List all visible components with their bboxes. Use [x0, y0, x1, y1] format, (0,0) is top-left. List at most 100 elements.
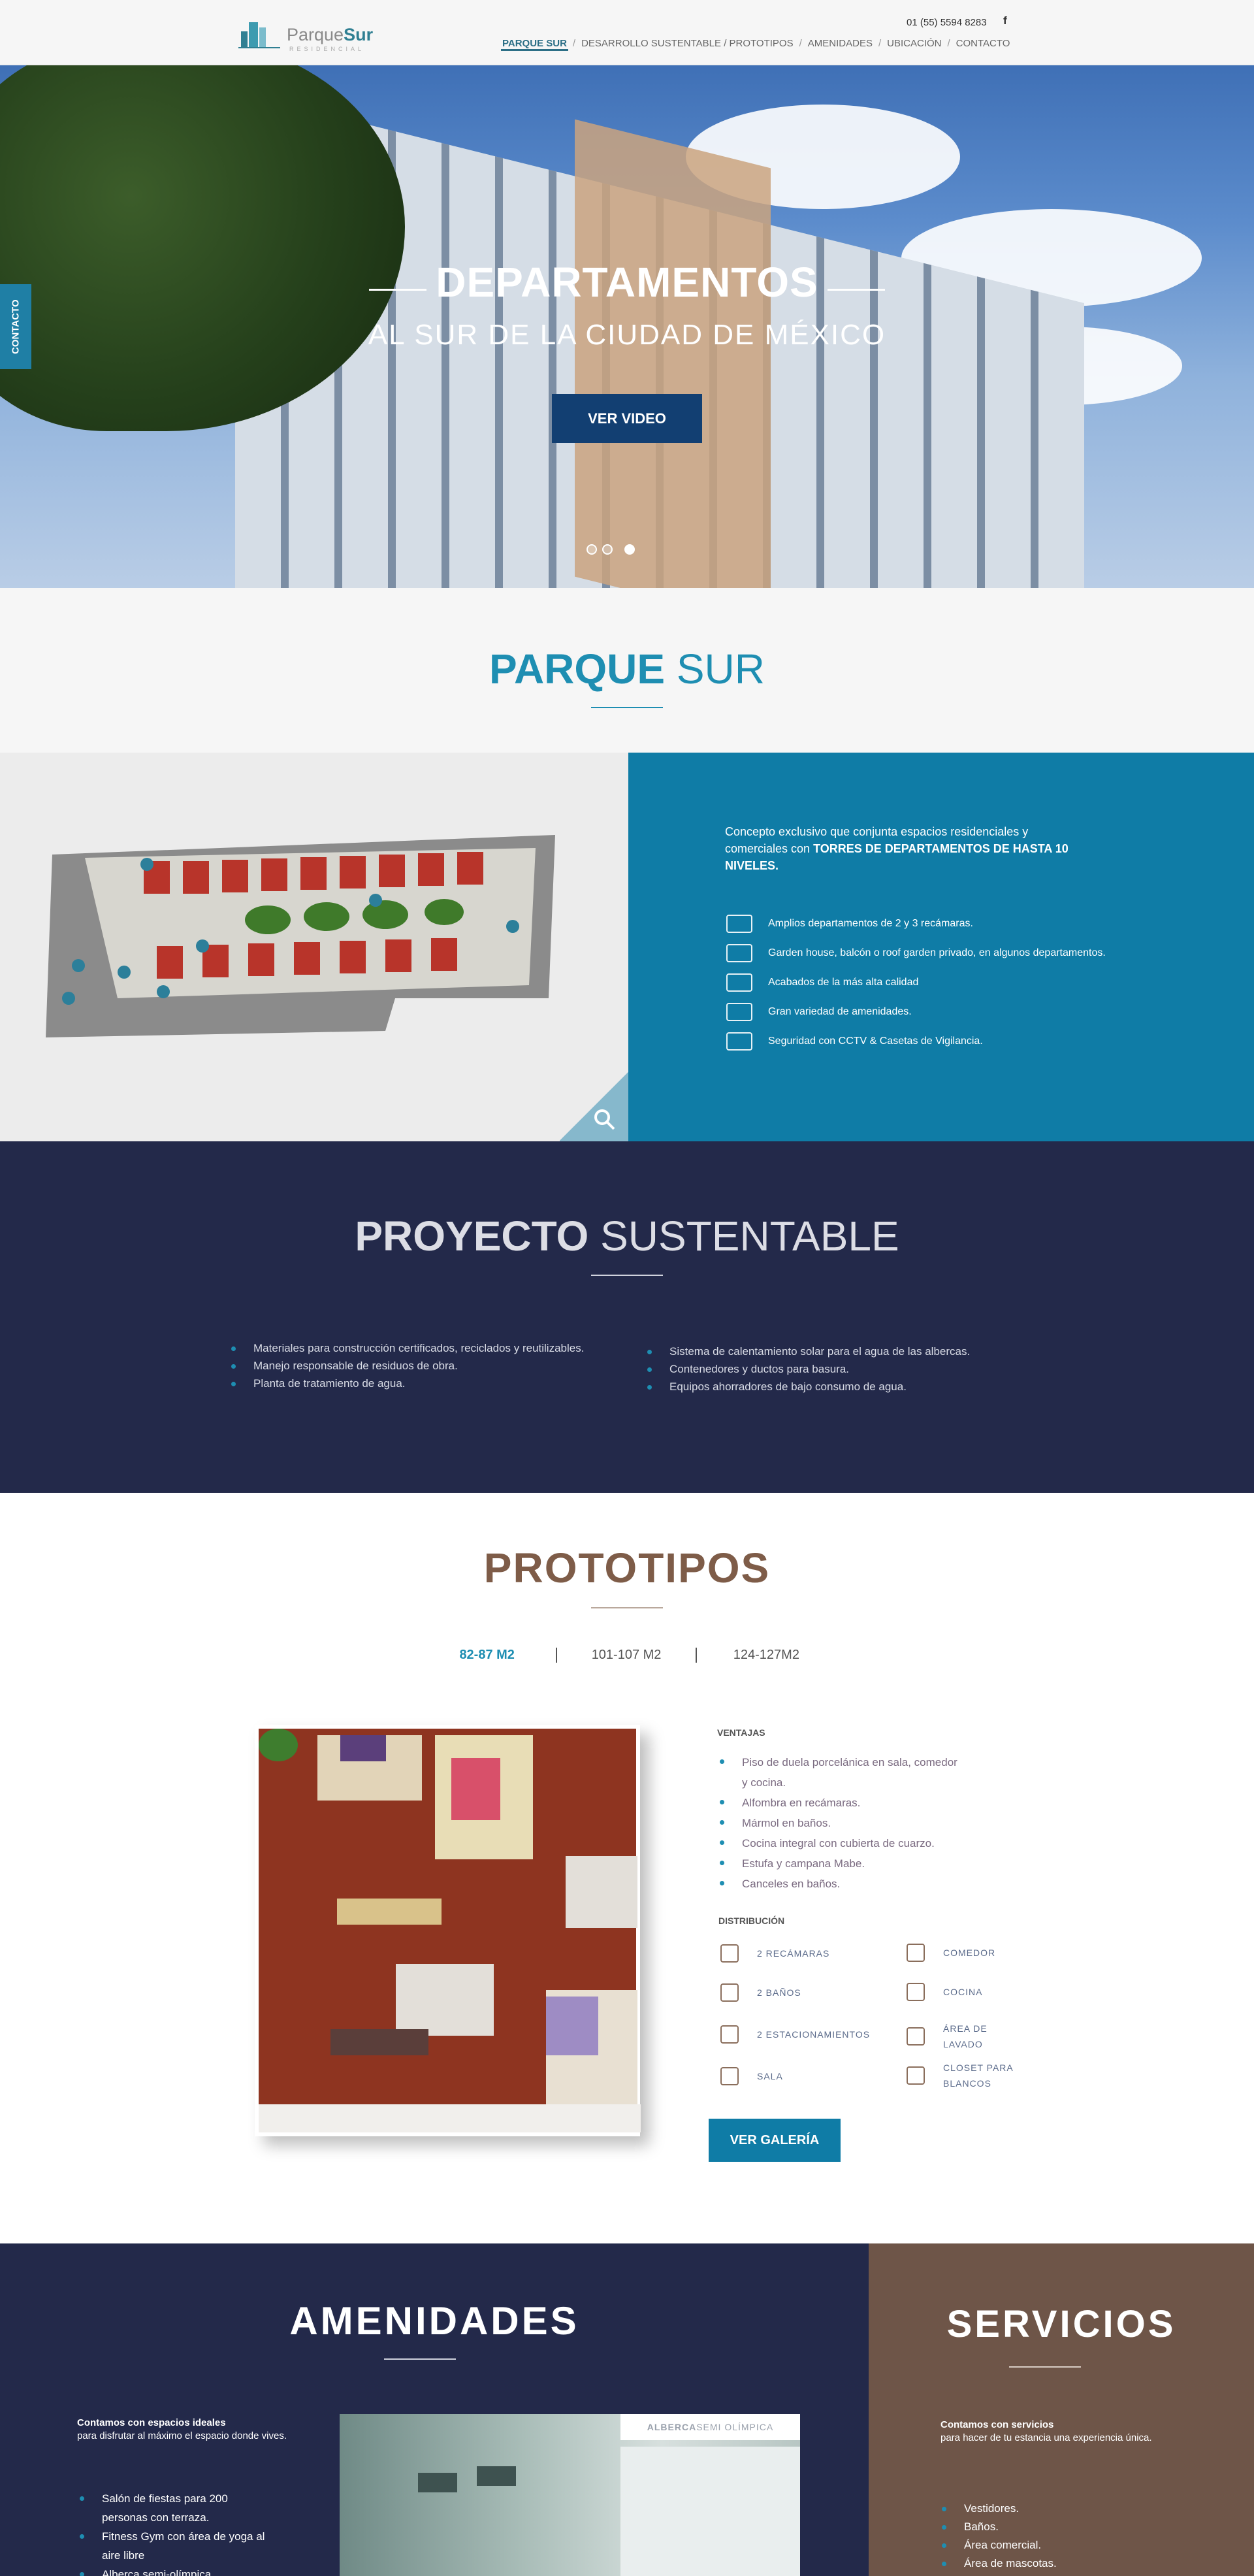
list-item: Alfombra en recámaras.: [717, 1793, 965, 1813]
sofa: [340, 1735, 386, 1761]
feature-item: Gran variedad de amenidades.: [726, 1003, 912, 1021]
plant: [259, 1729, 298, 1761]
list-item: Baños.: [939, 2518, 1057, 2536]
list-item: Cocina integral con cubierta de cuarzo.: [717, 1833, 965, 1853]
parque-sur-intro: Concepto exclusivo que conjunta espacios…: [725, 825, 1069, 872]
dist-item: 2 BAÑOS: [720, 1983, 801, 2002]
feature-item: Amplios departamentos de 2 y 3 recámaras…: [726, 915, 973, 933]
amenidades-intro: para disfrutar al máximo el espacio dond…: [77, 2430, 287, 2441]
phone-number[interactable]: 01 (55) 5594 8283: [907, 17, 987, 28]
list-item: Canceles en baños.: [717, 1874, 965, 1894]
closet-icon: [907, 2066, 925, 2085]
dist-item: 2 RECÁMARAS: [720, 1944, 829, 1963]
servicios-title: SERVICIOS: [946, 2303, 1176, 2345]
washer-icon: [907, 2027, 925, 2046]
parque-sur-title: PARQUE SUR: [489, 645, 765, 693]
window: [418, 2473, 457, 2492]
site-header: [0, 0, 1254, 65]
servicios-list: Vestidores. Baños. Área comercial. Área …: [939, 2500, 1057, 2573]
ver-galeria-button[interactable]: VER GALERÍA: [709, 2119, 841, 2162]
dining-icon: [907, 1944, 925, 1962]
nav-amenidades[interactable]: AMENIDADES: [807, 38, 874, 51]
nav-separator: /: [572, 38, 576, 49]
title-underline: [591, 1275, 663, 1276]
tab-124-127[interactable]: 124-127M2: [697, 1648, 836, 1663]
list-item: Fitness Gym con área de yoga al aire lib…: [77, 2527, 266, 2565]
list-item: Estufa y campana Mabe.: [717, 1853, 965, 1874]
tab-82-87[interactable]: 82-87 M2: [418, 1648, 558, 1663]
list-item: Planta de tratamiento de agua.: [229, 1375, 584, 1392]
slider-dot-3[interactable]: [624, 544, 635, 555]
pool-icon: [726, 1003, 752, 1021]
room-bano-2: [396, 1964, 494, 2036]
title-underline: [1009, 2366, 1081, 2368]
tab-101-107[interactable]: 101-107 M2: [557, 1648, 697, 1663]
logo[interactable]: ParqueSur RESIDENCIAL: [238, 18, 382, 52]
list-item: Equipos ahorradores de bajo consumo de a…: [645, 1378, 970, 1395]
bed-icon: [720, 1944, 739, 1963]
sustentable-list-left: Materiales para construcción certificado…: [229, 1339, 584, 1392]
list-item: Piso de duela porcelánica en sala, comed…: [717, 1752, 965, 1793]
dist-item: COMEDOR: [907, 1944, 995, 1962]
ventajas-heading: VENTAJAS: [717, 1727, 765, 1738]
floor-plan-image[interactable]: [255, 1725, 641, 2136]
prototype-tabs: 82-87 M2 101-107 M2 124-127M2: [418, 1648, 836, 1663]
servicios-intro: para hacer de tu estancia una experienci…: [940, 2432, 1152, 2443]
feature-item: Acabados de la más alta calidad: [726, 973, 918, 992]
room-bano-1: [566, 1856, 637, 1928]
sustentable-section: [0, 1141, 1254, 1493]
ventajas-list: Piso de duela porcelánica en sala, comed…: [717, 1752, 965, 1894]
servicios-section: [869, 2243, 1254, 2576]
cctv-icon: [726, 1032, 752, 1051]
list-item: Área de mascotas.: [939, 2554, 1057, 2573]
toilet-icon: [720, 1983, 739, 2002]
servicios-intro-bold: Contamos con servicios: [940, 2419, 1054, 2430]
contact-side-tab[interactable]: CONTACTO: [0, 284, 31, 369]
slider-dot-1[interactable]: [587, 544, 597, 555]
nav-separator: /: [878, 38, 882, 49]
nav-parque-sur[interactable]: PARQUE SUR: [501, 38, 568, 51]
dist-item: CLOSET PARA BLANCOS: [907, 2060, 1024, 2091]
facebook-icon[interactable]: f: [1003, 14, 1007, 27]
bed: [451, 1758, 500, 1820]
column-icon: [726, 973, 752, 992]
building-facade: [575, 119, 771, 588]
photo-caption: ALBERCA SEMI OLÍMPICA: [620, 2414, 800, 2440]
kitchen-counter: [330, 2029, 428, 2055]
dist-item: 2 ESTACIONAMIENTOS: [720, 2025, 870, 2044]
prototipos-title: PROTOTIPOS: [483, 1544, 771, 1591]
distribucion-heading: DISTRIBUCIÓN: [718, 1916, 785, 1926]
list-item: Vestidores.: [939, 2500, 1057, 2518]
hero-title: DEPARTAMENTOS: [436, 259, 818, 306]
dist-item: COCINA: [907, 1983, 982, 2001]
site-map-image[interactable]: [39, 835, 555, 1037]
list-item: Alberca semi-olímpica: [77, 2565, 266, 2576]
nav-ubicacion[interactable]: UBICACIÓN: [886, 38, 942, 51]
slider-dot-2[interactable]: [602, 544, 613, 555]
nav-separator: /: [947, 38, 950, 49]
nav-contacto[interactable]: CONTACTO: [955, 38, 1012, 51]
car-icon: [720, 2025, 739, 2044]
dist-item: SALA: [720, 2067, 783, 2085]
nav-sustentable-prototipos[interactable]: DESARROLLO SUSTENTABLE / PROTOTIPOS: [580, 38, 795, 51]
search-icon: [594, 1109, 615, 1130]
window: [477, 2466, 516, 2486]
amenidades-title: AMENIDADES: [289, 2299, 579, 2343]
logo-subtitle: RESIDENCIAL: [289, 46, 365, 52]
list-item: Salón de fiestas para 200 personas con t…: [77, 2489, 266, 2527]
terrace: [259, 2104, 641, 2132]
title-underline: [591, 1607, 663, 1608]
structure: [620, 2447, 800, 2576]
list-item: Contenedores y ductos para basura.: [645, 1360, 970, 1378]
hero-subtitle: AL SUR DE LA CIUDAD DE MÉXICO: [368, 319, 886, 351]
amenidades-intro-bold: Contamos con espacios ideales: [77, 2417, 226, 2428]
title-underline: [384, 2358, 456, 2360]
amenidades-list: Salón de fiestas para 200 personas con t…: [77, 2489, 266, 2576]
ver-video-button[interactable]: VER VIDEO: [552, 394, 702, 443]
bed: [546, 1997, 598, 2055]
dist-item: ÁREA DE LAVADO: [907, 2021, 1011, 2052]
bed-icon: [726, 915, 752, 933]
sofa-icon: [720, 2067, 739, 2085]
garden-icon: [726, 944, 752, 962]
logo-text: ParqueSur: [287, 25, 374, 44]
